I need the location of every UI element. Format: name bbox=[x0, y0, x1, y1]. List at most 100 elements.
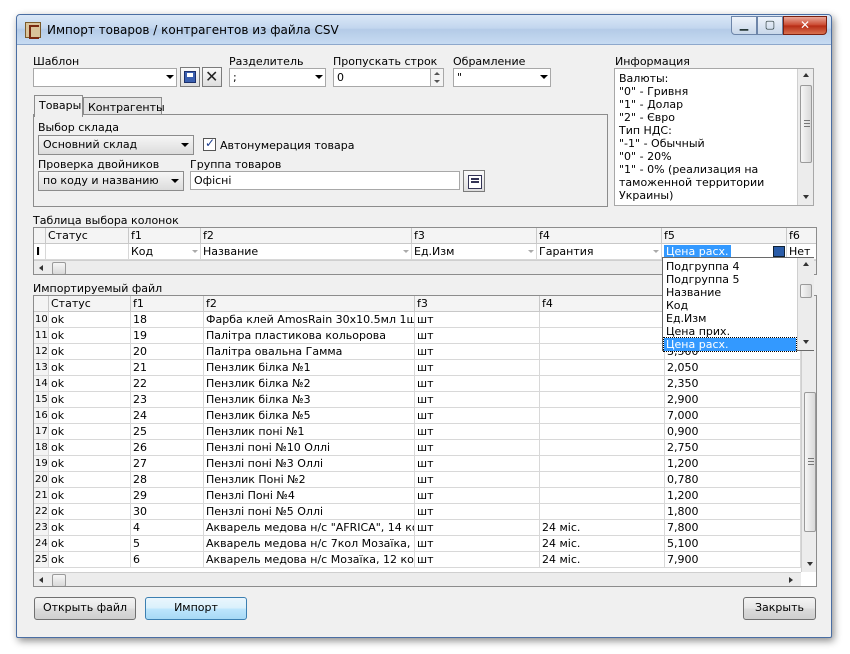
f4-cell[interactable] bbox=[540, 440, 665, 456]
f1-cell[interactable]: 30 bbox=[131, 504, 204, 520]
f2-cell[interactable]: Пензлі поні №10 Оллі bbox=[204, 440, 415, 456]
f2-cell[interactable]: Фарба клей AmosRain 30x10.5мл 1шт bbox=[204, 312, 415, 328]
status-cell[interactable]: ok bbox=[49, 424, 131, 440]
f5-cell[interactable]: 7,000 bbox=[665, 408, 801, 424]
status-cell[interactable]: ok bbox=[49, 504, 131, 520]
delete-template-button[interactable]: ✕ bbox=[202, 67, 222, 87]
f4-cell[interactable] bbox=[540, 376, 665, 392]
close-button[interactable]: Закрыть bbox=[743, 597, 816, 620]
autonumber-checkbox[interactable] bbox=[203, 136, 216, 151]
f2-cell[interactable]: Пензлик Поні №2 bbox=[204, 472, 415, 488]
status-cell[interactable]: ok bbox=[49, 328, 131, 344]
template-combo[interactable] bbox=[33, 68, 177, 87]
scroll-thumb[interactable] bbox=[804, 392, 816, 532]
f2-cell[interactable]: Пензлик білка №3 bbox=[204, 392, 415, 408]
info-scrollbar[interactable] bbox=[797, 69, 813, 205]
f4-cell[interactable] bbox=[540, 344, 665, 360]
status-cell[interactable]: ok bbox=[49, 344, 131, 360]
status-cell[interactable]: ok bbox=[49, 376, 131, 392]
dropdown-option[interactable]: Ед.Изм bbox=[666, 312, 706, 325]
f1-cell[interactable]: 6 bbox=[131, 552, 204, 568]
status-cell[interactable]: ok bbox=[49, 440, 131, 456]
f4-cell[interactable] bbox=[540, 312, 665, 328]
spin-up-icon[interactable] bbox=[434, 72, 440, 75]
f1-cell[interactable]: 23 bbox=[131, 392, 204, 408]
f3-cell[interactable]: шт bbox=[415, 472, 540, 488]
f4-cell[interactable] bbox=[540, 488, 665, 504]
scroll-down-icon[interactable] bbox=[807, 562, 813, 566]
f1-cell[interactable]: 21 bbox=[131, 360, 204, 376]
status-cell[interactable]: ok bbox=[49, 488, 131, 504]
f1-cell[interactable]: 4 bbox=[131, 520, 204, 536]
f3-cell[interactable]: шт bbox=[415, 504, 540, 520]
dropdown-scrollbar[interactable] bbox=[797, 258, 814, 350]
f2-cell[interactable]: Палітра пластикова кольорова bbox=[204, 328, 415, 344]
f1-cell[interactable]: 24 bbox=[131, 408, 204, 424]
scroll-left-icon[interactable] bbox=[39, 265, 43, 271]
f2-cell[interactable]: Акварель медова н/с "AFRICA", 14 кольо bbox=[204, 520, 415, 536]
f3-cell[interactable]: шт bbox=[415, 520, 540, 536]
f2-cell[interactable]: Пензлик білка №5 bbox=[204, 408, 415, 424]
f4-cell[interactable] bbox=[540, 472, 665, 488]
dropdown-option[interactable]: Код bbox=[666, 299, 688, 312]
scroll-down-icon[interactable] bbox=[803, 340, 809, 344]
frame-combo[interactable]: " bbox=[453, 68, 551, 87]
f3-cell[interactable]: шт bbox=[415, 312, 540, 328]
scroll-up-icon[interactable] bbox=[803, 262, 809, 266]
spin-down-icon[interactable] bbox=[434, 80, 440, 83]
import-button[interactable]: Импорт bbox=[145, 597, 247, 620]
scroll-up-icon[interactable] bbox=[803, 73, 809, 77]
f2-cell[interactable]: Пензлик білка №2 bbox=[204, 376, 415, 392]
column-mapping-dropdown[interactable]: Подгруппа 4 Подгруппа 5 Название Код Ед.… bbox=[662, 257, 814, 352]
status-cell[interactable]: ok bbox=[49, 312, 131, 328]
status-cell[interactable]: ok bbox=[49, 520, 131, 536]
f4-cell[interactable] bbox=[540, 504, 665, 520]
f5-cell[interactable]: 2,750 bbox=[665, 440, 801, 456]
f2-cell[interactable]: Пензлі поні №5 Оллі bbox=[204, 504, 415, 520]
dropdown-option-selected[interactable]: Цена расх. bbox=[663, 337, 797, 352]
f5-cell[interactable]: 0,780 bbox=[665, 472, 801, 488]
f3-cell[interactable]: шт bbox=[415, 328, 540, 344]
select-group-button[interactable] bbox=[463, 170, 485, 192]
dropdown-toggle-button[interactable] bbox=[773, 246, 785, 257]
scroll-thumb[interactable] bbox=[800, 85, 812, 163]
status-cell[interactable]: ok bbox=[49, 456, 131, 472]
minimize-button[interactable]: ▁ bbox=[731, 16, 757, 35]
f1-cell[interactable]: 22 bbox=[131, 376, 204, 392]
f3-cell[interactable]: шт bbox=[415, 376, 540, 392]
status-cell[interactable]: ok bbox=[49, 472, 131, 488]
f2-cell[interactable]: Пензлик поні №1 bbox=[204, 424, 415, 440]
scroll-thumb[interactable] bbox=[52, 574, 66, 586]
f4-cell[interactable] bbox=[540, 392, 665, 408]
f3-cell[interactable]: шт bbox=[415, 424, 540, 440]
status-mapping-cell[interactable] bbox=[46, 244, 129, 260]
f2-cell[interactable]: Палітра овальна Гамма bbox=[204, 344, 415, 360]
f5-cell[interactable]: 5,100 bbox=[665, 536, 801, 552]
f5-cell[interactable]: 2,050 bbox=[665, 360, 801, 376]
f4-cell[interactable]: 24 міс. bbox=[540, 536, 665, 552]
save-template-button[interactable] bbox=[180, 67, 200, 87]
f5-cell[interactable]: 7,800 bbox=[665, 520, 801, 536]
scroll-right-icon[interactable] bbox=[789, 577, 793, 583]
f3-cell[interactable]: шт bbox=[415, 488, 540, 504]
f4-cell[interactable] bbox=[540, 456, 665, 472]
f3-cell[interactable]: шт bbox=[415, 392, 540, 408]
warehouse-combo[interactable]: Основний склад bbox=[38, 135, 194, 155]
scroll-thumb[interactable] bbox=[800, 284, 812, 298]
f1-cell[interactable]: 26 bbox=[131, 440, 204, 456]
f2-cell[interactable]: Пензлик білка №1 bbox=[204, 360, 415, 376]
info-textbox[interactable]: Валюты: "0" - Гривня "1" - Долар "2" - Є… bbox=[614, 68, 814, 206]
scroll-down-icon[interactable] bbox=[803, 195, 809, 199]
f5-cell[interactable]: 7,900 bbox=[665, 552, 801, 568]
status-cell[interactable]: ok bbox=[49, 408, 131, 424]
f4-cell[interactable]: 24 міс. bbox=[540, 552, 665, 568]
f3-cell[interactable]: шт bbox=[415, 536, 540, 552]
dropdown-option[interactable]: Название bbox=[666, 286, 721, 299]
f4-cell[interactable]: 24 міс. bbox=[540, 520, 665, 536]
dropdown-option[interactable]: Подгруппа 5 bbox=[666, 273, 740, 286]
f1-cell[interactable]: 28 bbox=[131, 472, 204, 488]
f5-cell[interactable]: 2,350 bbox=[665, 376, 801, 392]
status-cell[interactable]: ok bbox=[49, 552, 131, 568]
f5-cell[interactable]: 1,200 bbox=[665, 456, 801, 472]
f5-cell[interactable]: 1,800 bbox=[665, 504, 801, 520]
